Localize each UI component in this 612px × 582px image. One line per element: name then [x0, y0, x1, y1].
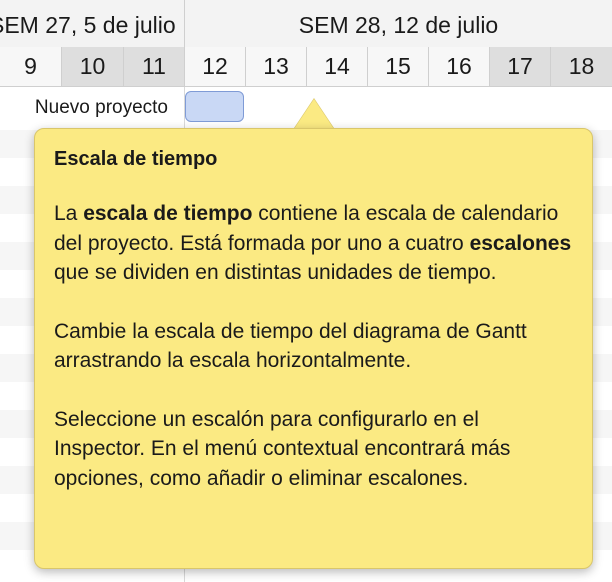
text-run: La [54, 202, 84, 225]
bold-term: escalones [469, 231, 572, 255]
day-cell[interactable]: 11 [124, 47, 185, 86]
timescale-days-tier[interactable]: 9 10 11 12 13 14 15 16 17 18 [0, 47, 612, 87]
popover-paragraph-1: La escala de tiempo contiene la escala d… [54, 199, 573, 288]
day-cell[interactable]: 10 [62, 47, 124, 86]
day-cell[interactable]: 16 [429, 47, 490, 86]
project-name-label[interactable]: Nuevo proyecto [0, 86, 184, 130]
day-cell[interactable]: 13 [246, 47, 307, 86]
help-popover[interactable]: Escala de tiempo La escala de tiempo con… [34, 128, 593, 569]
day-cell[interactable]: 18 [551, 47, 612, 86]
day-cell[interactable]: 15 [368, 47, 429, 86]
day-cell[interactable]: 9 [0, 47, 62, 86]
popover-paragraph-2: Cambie la escala de tiempo del diagrama … [54, 319, 527, 373]
text-run: que se dividen en distintas unidades de … [54, 261, 497, 284]
day-cell[interactable]: 17 [490, 47, 551, 86]
bold-term: escala de tiempo [83, 202, 253, 225]
popover-paragraph-3: Seleccione un escalón para configurarlo … [54, 407, 511, 490]
task-bar[interactable] [185, 91, 244, 122]
timescale-weeks-tier[interactable]: SEM 27, 5 de julio SEM 28, 12 de julio [0, 0, 612, 48]
day-cell[interactable]: 12 [185, 47, 246, 86]
popover-arrow [294, 99, 334, 129]
day-cell[interactable]: 14 [307, 47, 368, 86]
week-28-label[interactable]: SEM 28, 12 de julio [185, 0, 612, 47]
week-27-label[interactable]: SEM 27, 5 de julio [0, 0, 185, 47]
popover-title: Escala de tiempo [54, 148, 218, 170]
